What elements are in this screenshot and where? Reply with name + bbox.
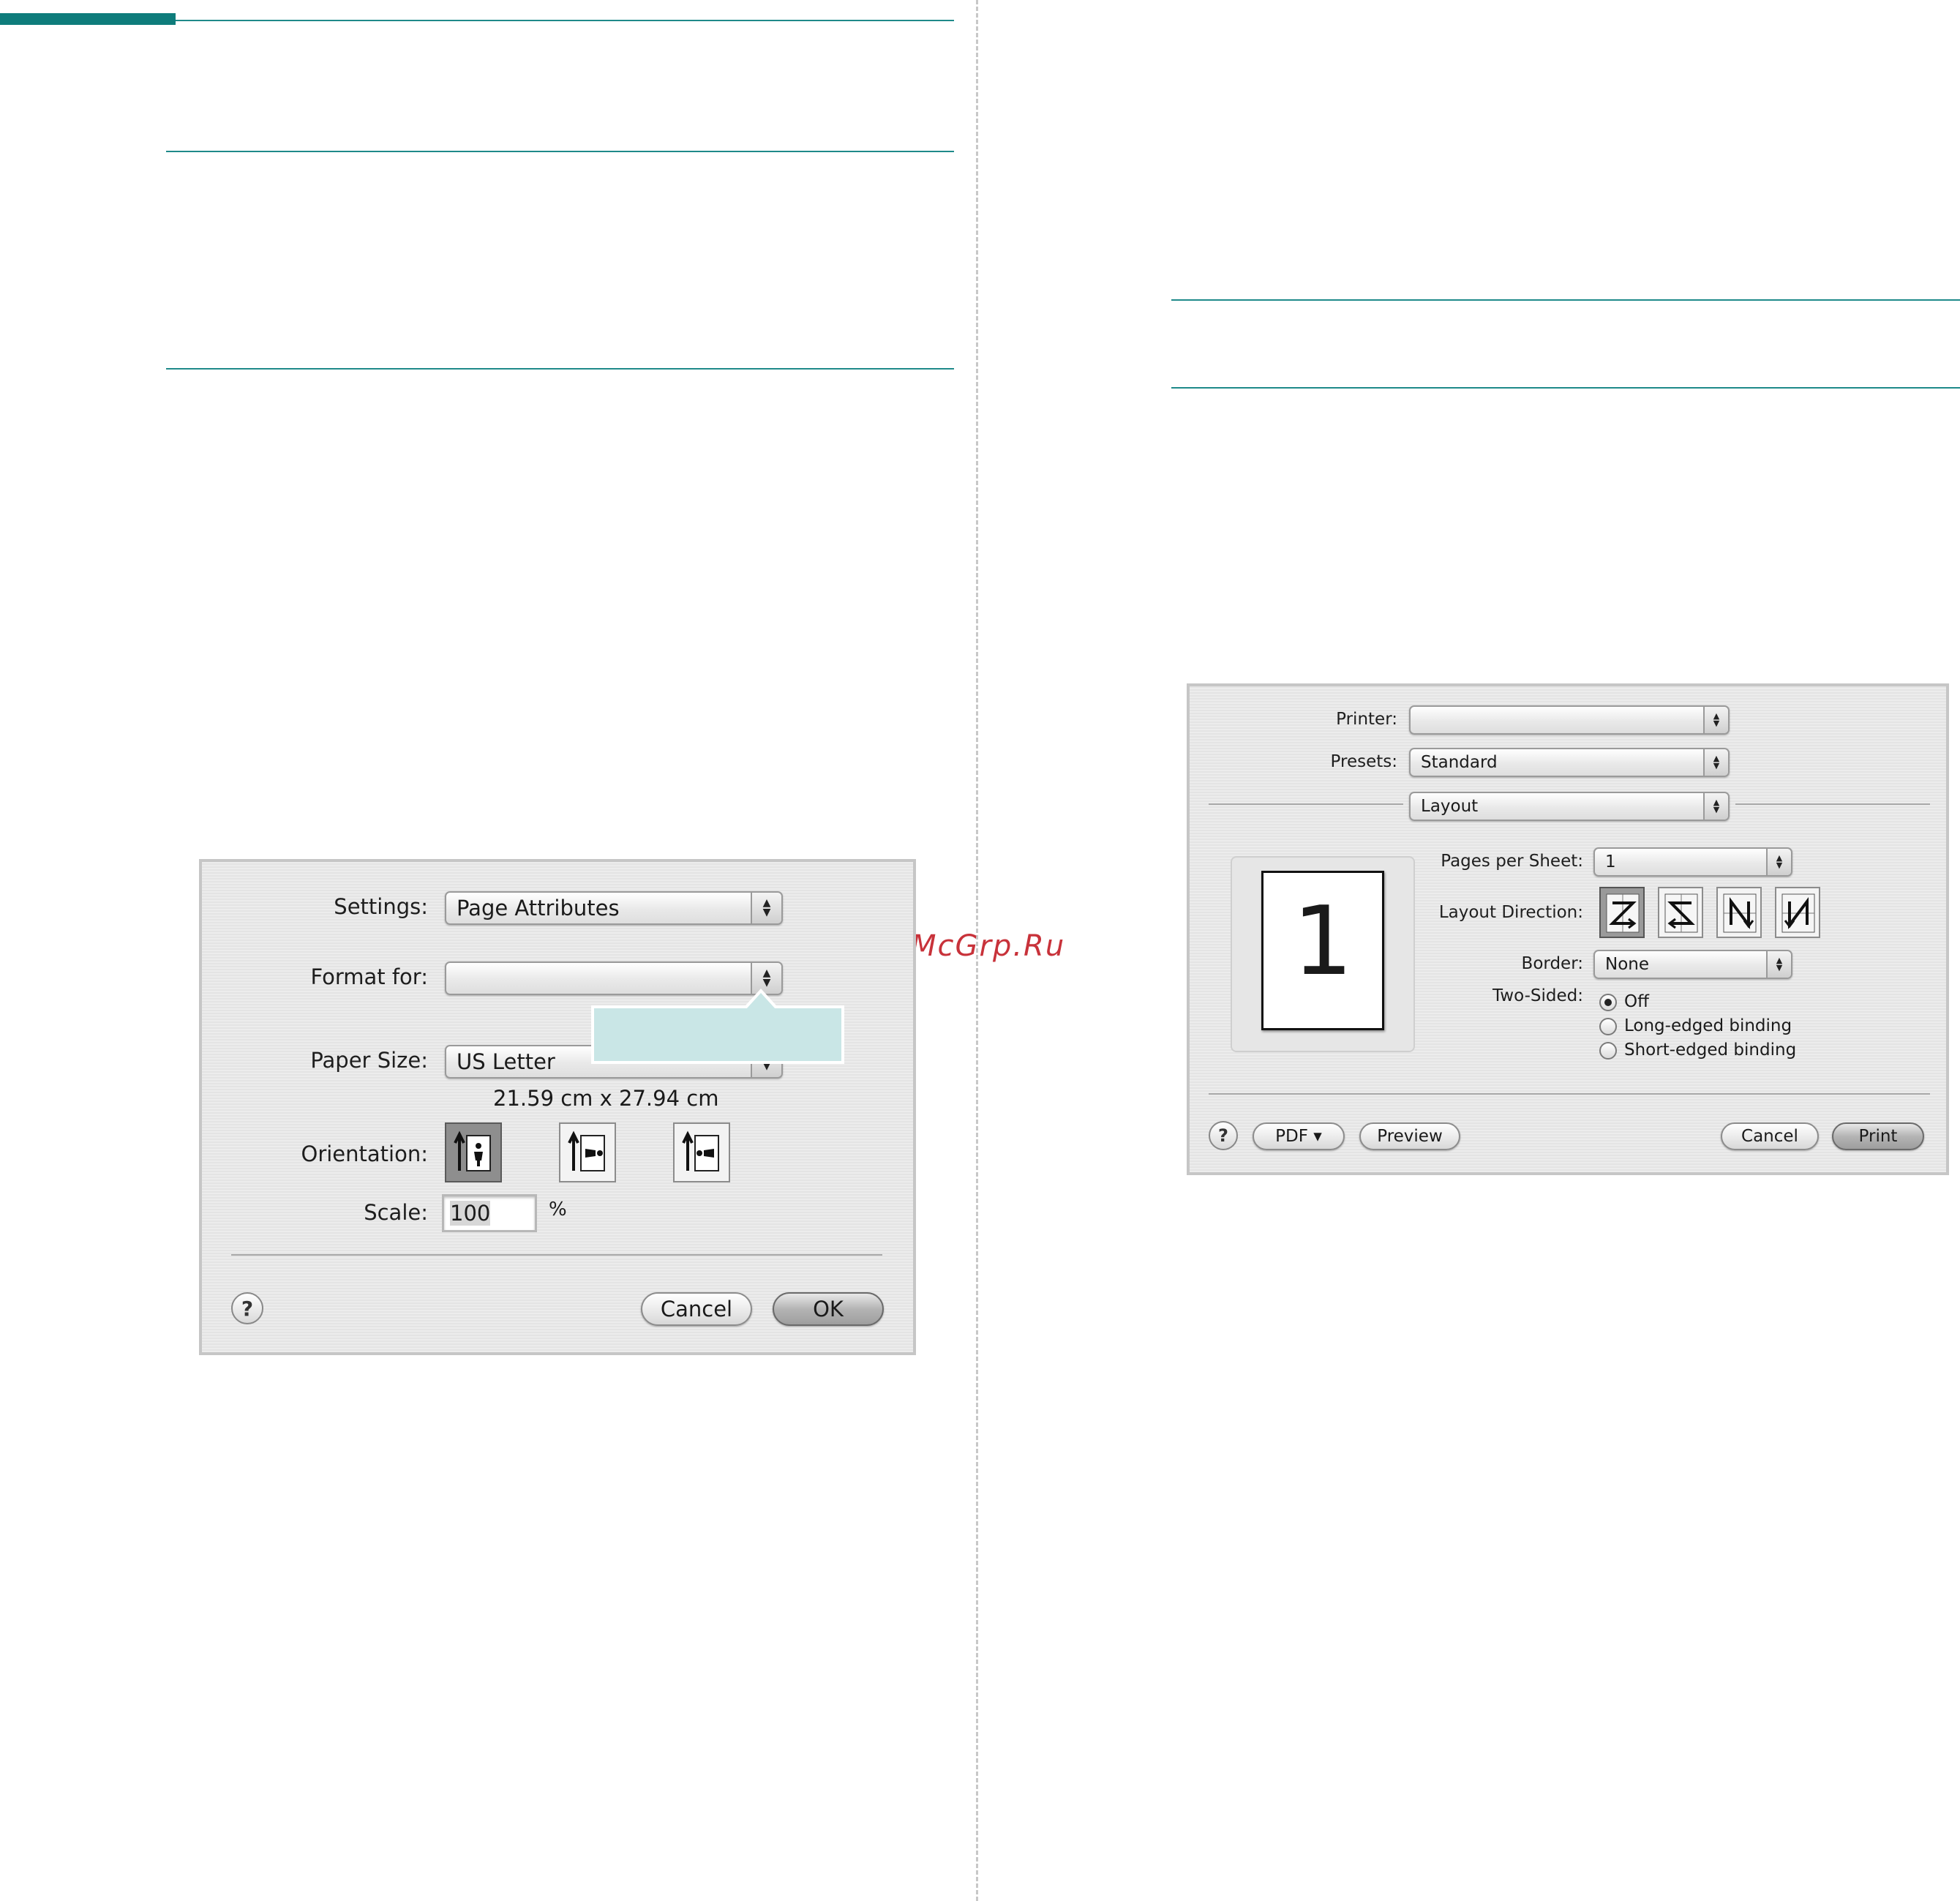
section-rule-1 xyxy=(166,151,954,152)
landscape-reverse-icon xyxy=(682,1131,719,1171)
scale-value: 100 xyxy=(450,1201,491,1226)
popup-arrows-icon: ▲▼ xyxy=(1703,793,1728,820)
pdf-button[interactable]: PDF ▾ xyxy=(1253,1122,1345,1150)
settings-value: Page Attributes xyxy=(457,896,620,920)
paper-size-value: US Letter xyxy=(457,1049,555,1074)
two-sided-off-label: Off xyxy=(1624,992,1649,1011)
reverse-n-order-icon xyxy=(1781,893,1815,933)
orientation-landscape-reverse-button[interactable] xyxy=(673,1122,730,1182)
paper-dimensions: 21.59 cm x 27.94 cm xyxy=(493,1086,719,1111)
scale-unit: % xyxy=(549,1199,567,1221)
layout-preview-frame: 1 xyxy=(1231,856,1415,1052)
presets-value: Standard xyxy=(1421,753,1498,772)
layout-direction-z-button[interactable] xyxy=(1599,887,1645,938)
two-sided-short-edge-label: Short-edged binding xyxy=(1624,1041,1797,1060)
two-sided-long-edge-label: Long-edged binding xyxy=(1624,1016,1792,1035)
preview-page-number: 1 xyxy=(1292,885,1353,997)
section-rule-2 xyxy=(166,368,954,370)
pages-per-sheet-value: 1 xyxy=(1605,852,1616,871)
printer-label: Printer: xyxy=(1336,710,1397,729)
two-sided-short-edge-radio[interactable] xyxy=(1599,1042,1617,1060)
n-order-icon xyxy=(1723,893,1757,933)
format-for-label: Format for: xyxy=(310,964,428,989)
popup-arrows-icon: ▲▼ xyxy=(1766,951,1791,978)
orientation-landscape-button[interactable] xyxy=(559,1122,616,1182)
chapter-accent-bar xyxy=(0,13,176,25)
help-button[interactable]: ? xyxy=(231,1292,263,1324)
print-dialog: Printer: ▲ ▼ Presets: Standard ▲ ▼ Layout … xyxy=(1187,683,1949,1175)
panel-separator-left xyxy=(1209,803,1403,805)
section-rule-3 xyxy=(1171,299,1960,301)
popup-arrows-icon: ▲▼ xyxy=(751,893,781,923)
layout-direction-reverse-n-button[interactable] xyxy=(1775,887,1820,938)
z-order-icon xyxy=(1606,893,1640,933)
section-rule-4 xyxy=(1171,387,1960,389)
header-rule xyxy=(176,20,954,21)
cancel-button[interactable]: Cancel xyxy=(1721,1122,1819,1150)
presets-label: Presets: xyxy=(1330,752,1397,771)
preview-page: 1 xyxy=(1261,871,1384,1030)
scale-input[interactable]: 100 xyxy=(442,1194,537,1232)
layout-direction-n-button[interactable] xyxy=(1716,887,1762,938)
page-setup-dialog: Settings: Page Attributes ▲ ▼ Format for:… xyxy=(199,859,916,1355)
ok-button[interactable]: OK xyxy=(773,1292,884,1326)
panel-separator-right xyxy=(1735,803,1930,805)
printer-popup[interactable]: ▲ ▼ xyxy=(1409,705,1730,735)
two-sided-off-radio[interactable] xyxy=(1599,994,1617,1011)
print-button[interactable]: Print xyxy=(1832,1122,1924,1150)
popup-arrows-icon: ▲▼ xyxy=(1703,749,1728,776)
pages-per-sheet-label: Pages per Sheet: xyxy=(1441,852,1583,871)
pages-per-sheet-popup[interactable]: 1 ▲ ▼ xyxy=(1593,847,1792,877)
preview-button[interactable]: Preview xyxy=(1359,1122,1460,1150)
two-sided-label: Two-Sided: xyxy=(1492,986,1583,1005)
border-popup[interactable]: None ▲ ▼ xyxy=(1593,950,1792,979)
orientation-portrait-button[interactable] xyxy=(445,1122,502,1182)
popup-arrows-icon: ▲▼ xyxy=(1703,707,1728,733)
dialog-separator xyxy=(231,1254,882,1256)
panel-popup[interactable]: Layout ▲ ▼ xyxy=(1409,792,1730,821)
layout-direction-label: Layout Direction: xyxy=(1438,903,1583,922)
border-label: Border: xyxy=(1521,954,1583,973)
cancel-button[interactable]: Cancel xyxy=(641,1292,752,1326)
scale-label: Scale: xyxy=(364,1200,428,1225)
border-value: None xyxy=(1605,955,1650,974)
two-sided-long-edge-radio[interactable] xyxy=(1599,1018,1617,1035)
portrait-icon xyxy=(454,1131,491,1171)
dialog-separator xyxy=(1209,1093,1930,1095)
landscape-icon xyxy=(568,1131,605,1171)
settings-popup[interactable]: Page Attributes ▲ ▼ xyxy=(445,891,783,925)
callout-box xyxy=(591,989,844,1064)
reverse-z-order-icon xyxy=(1664,893,1698,933)
paper-size-label: Paper Size: xyxy=(310,1048,428,1073)
popup-arrows-icon: ▲▼ xyxy=(1766,849,1791,875)
presets-popup[interactable]: Standard ▲ ▼ xyxy=(1409,748,1730,777)
orientation-label: Orientation: xyxy=(301,1141,429,1166)
settings-label: Settings: xyxy=(334,894,428,919)
layout-direction-reverse-z-button[interactable] xyxy=(1658,887,1703,938)
help-button[interactable]: ? xyxy=(1209,1121,1238,1150)
watermark-text: McGrp.Ru xyxy=(911,929,1066,963)
panel-value: Layout xyxy=(1421,797,1479,816)
